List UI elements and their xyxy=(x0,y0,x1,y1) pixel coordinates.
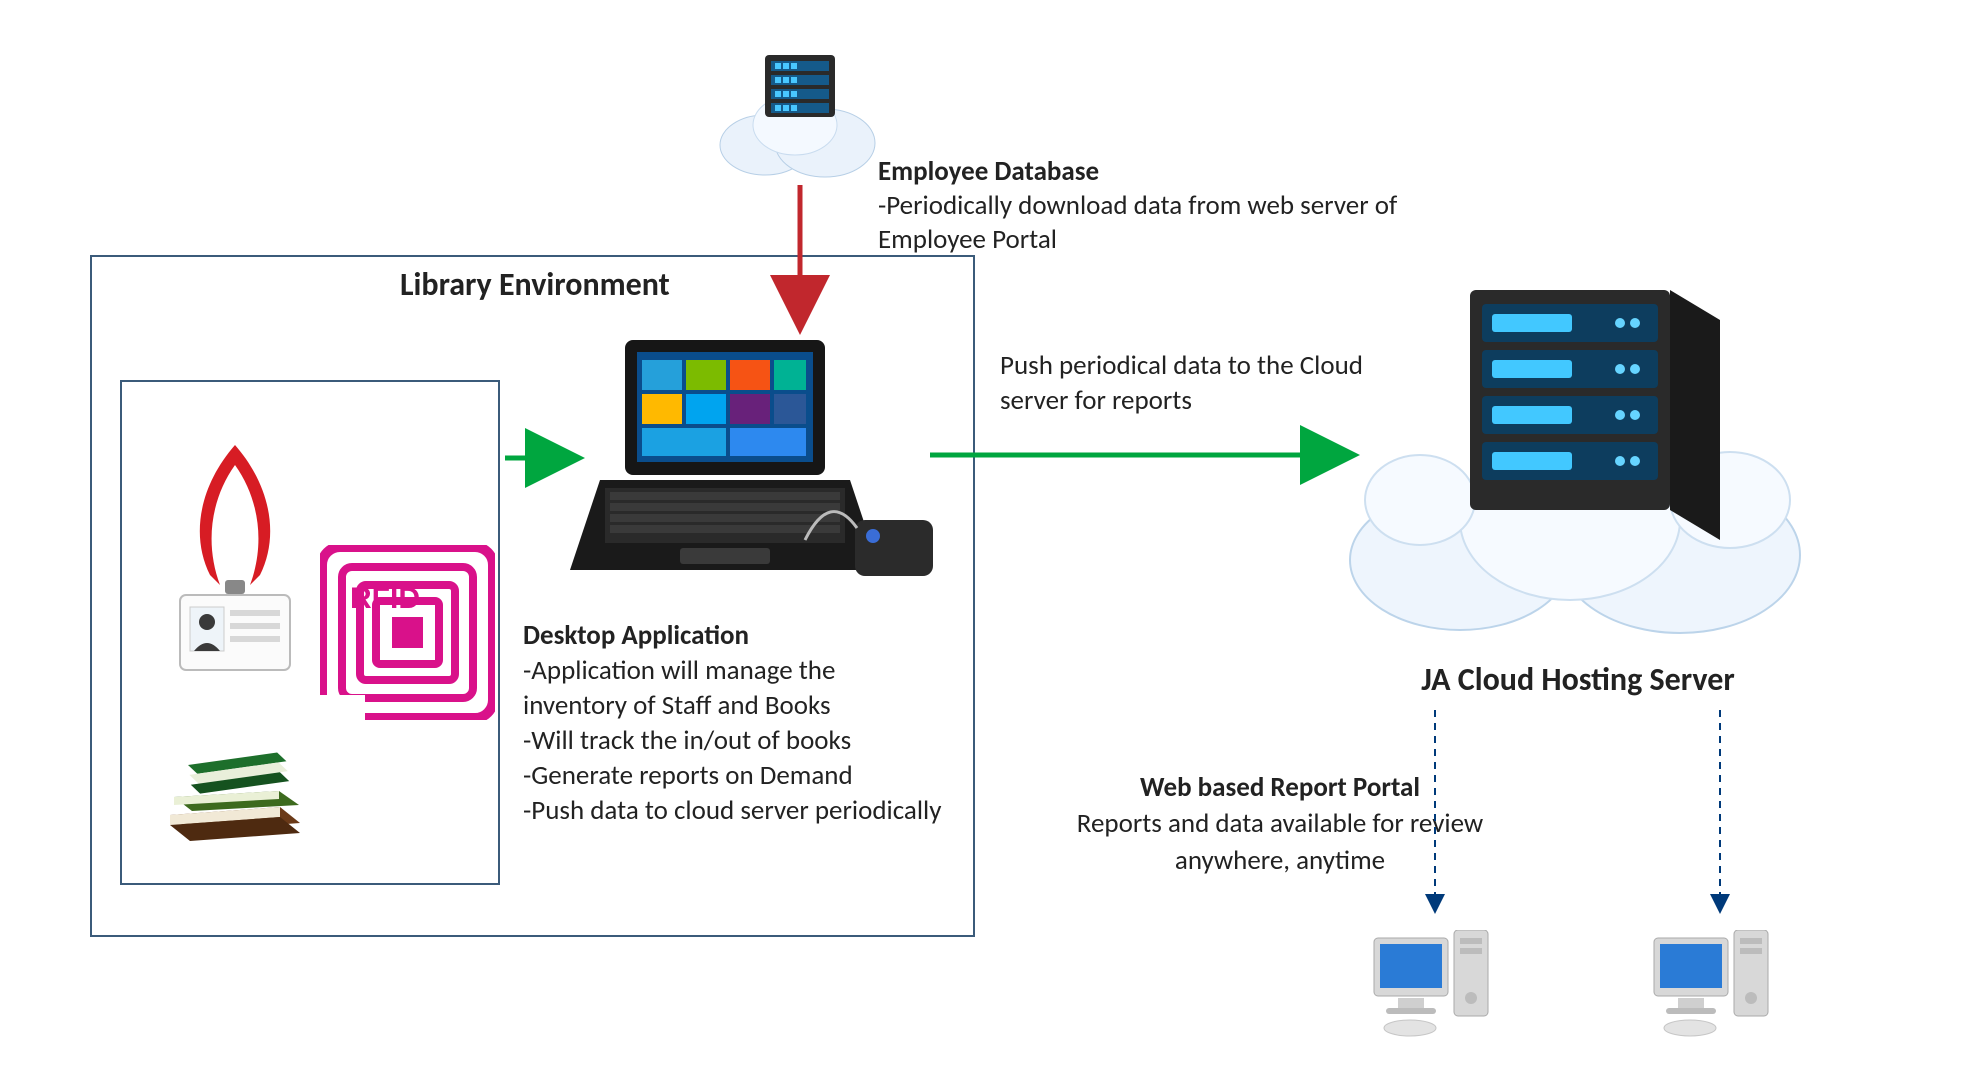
desktop-application-title: Desktop Application xyxy=(523,618,943,653)
arrow-cloud-to-pc1 xyxy=(1420,710,1450,930)
rfid-label: RFID xyxy=(350,582,420,615)
desktop-pc-icon xyxy=(1370,930,1500,1045)
cloud-hosting-server-icon xyxy=(1330,280,1830,665)
desktop-pc-icon xyxy=(1650,930,1780,1045)
employee-database-text: Employee Database -Periodically download… xyxy=(878,155,1438,256)
desktop-application-line: -Will track the in/out of books xyxy=(523,723,943,758)
employee-database-line: -Periodically download data from web ser… xyxy=(878,189,1438,257)
desktop-application-text: Desktop Application -Application will ma… xyxy=(523,618,943,829)
employee-database-title: Employee Database xyxy=(878,155,1438,189)
arrow-empdb-to-laptop xyxy=(785,185,815,345)
laptop-icon xyxy=(570,330,950,625)
library-environment-title: Library Environment xyxy=(400,265,670,304)
books-icon xyxy=(160,745,310,870)
rfid-tag-icon: RFID xyxy=(320,545,495,725)
desktop-application-line: -Generate reports on Demand xyxy=(523,758,943,793)
desktop-application-line: -Application will manage the inventory o… xyxy=(523,653,943,723)
arrow-cloud-to-pc2 xyxy=(1705,710,1735,930)
arrow-items-to-laptop xyxy=(505,443,595,473)
employee-database-icon xyxy=(710,35,890,190)
id-card-icon xyxy=(170,445,300,680)
arrow-laptop-to-cloud xyxy=(930,440,1370,470)
desktop-application-line: -Push data to cloud server periodically xyxy=(523,793,943,828)
ja-cloud-title: JA Cloud Hosting Server xyxy=(1348,660,1808,699)
